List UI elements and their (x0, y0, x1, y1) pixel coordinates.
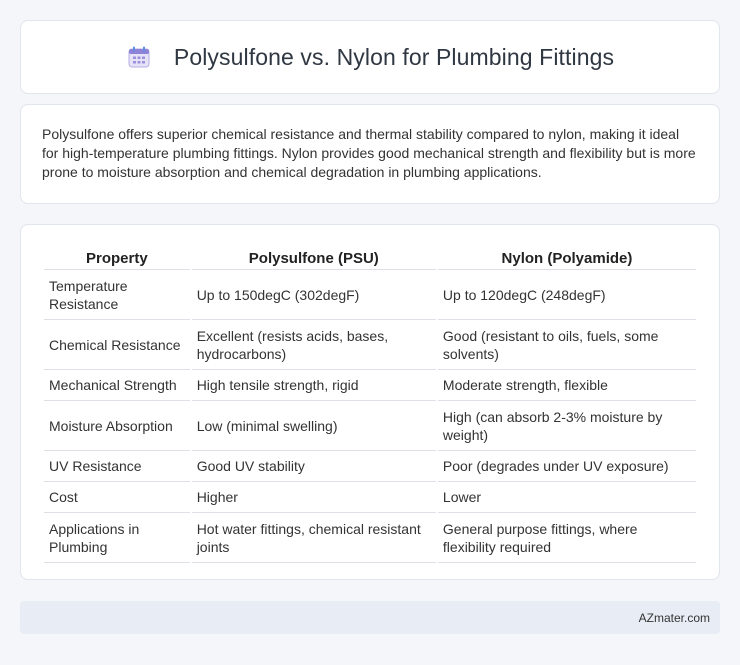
table-header-row: Property Polysulfone (PSU) Nylon (Polyam… (44, 245, 696, 270)
nylon-cell: Lower (437, 482, 696, 513)
column-header-property: Property (44, 245, 190, 270)
table-row: Chemical Resistance Excellent (resists a… (44, 320, 696, 370)
table-card: Property Polysulfone (PSU) Nylon (Polyam… (20, 224, 720, 580)
polysulfone-cell: Higher (191, 482, 436, 513)
property-cell: Cost (44, 482, 190, 513)
property-cell: UV Resistance (44, 451, 190, 482)
nylon-cell: Good (resistant to oils, fuels, some sol… (437, 320, 696, 370)
intro-paragraph: Polysulfone offers superior chemical res… (42, 126, 696, 180)
nylon-cell: Moderate strength, flexible (437, 370, 696, 401)
table-row: Mechanical Strength High tensile strengt… (44, 370, 696, 401)
table-row: Applications in Plumbing Hot water fitti… (44, 513, 696, 563)
comparison-table: Property Polysulfone (PSU) Nylon (Polyam… (42, 245, 698, 563)
table-row: Moisture Absorption Low (minimal swellin… (44, 401, 696, 451)
property-cell: Temperature Resistance (44, 270, 190, 320)
intro-card: Polysulfone offers superior chemical res… (20, 104, 720, 204)
property-cell: Chemical Resistance (44, 320, 190, 370)
nylon-cell: General purpose fittings, where flexibil… (437, 513, 696, 563)
nylon-cell: Poor (degrades under UV exposure) (437, 451, 696, 482)
title-card: Polysulfone vs. Nylon for Plumbing Fitti… (20, 20, 720, 94)
polysulfone-cell: Low (minimal swelling) (191, 401, 436, 451)
table-row: Cost Higher Lower (44, 482, 696, 513)
polysulfone-cell: Good UV stability (191, 451, 436, 482)
polysulfone-cell: Hot water fittings, chemical resistant j… (191, 513, 436, 563)
table-row: Temperature Resistance Up to 150degC (30… (44, 270, 696, 320)
calendar-icon (126, 44, 152, 70)
column-header-nylon: Nylon (Polyamide) (437, 245, 696, 270)
property-cell: Moisture Absorption (44, 401, 190, 451)
property-cell: Applications in Plumbing (44, 513, 190, 563)
footer-site-name: AZmater.com (638, 610, 710, 625)
polysulfone-cell: Up to 150degC (302degF) (191, 270, 436, 320)
property-cell: Mechanical Strength (44, 370, 190, 401)
page-title: Polysulfone vs. Nylon for Plumbing Fitti… (173, 43, 615, 70)
polysulfone-cell: Excellent (resists acids, bases, hydroca… (191, 320, 436, 370)
footer-bar: AZmater.com (20, 601, 720, 634)
title-wrap: Polysulfone vs. Nylon for Plumbing Fitti… (126, 44, 614, 71)
nylon-cell: Up to 120degC (248degF) (437, 270, 696, 320)
table-row: UV Resistance Good UV stability Poor (de… (44, 451, 696, 482)
column-header-polysulfone: Polysulfone (PSU) (191, 245, 436, 270)
nylon-cell: High (can absorb 2-3% moisture by weight… (437, 401, 696, 451)
polysulfone-cell: High tensile strength, rigid (191, 370, 436, 401)
